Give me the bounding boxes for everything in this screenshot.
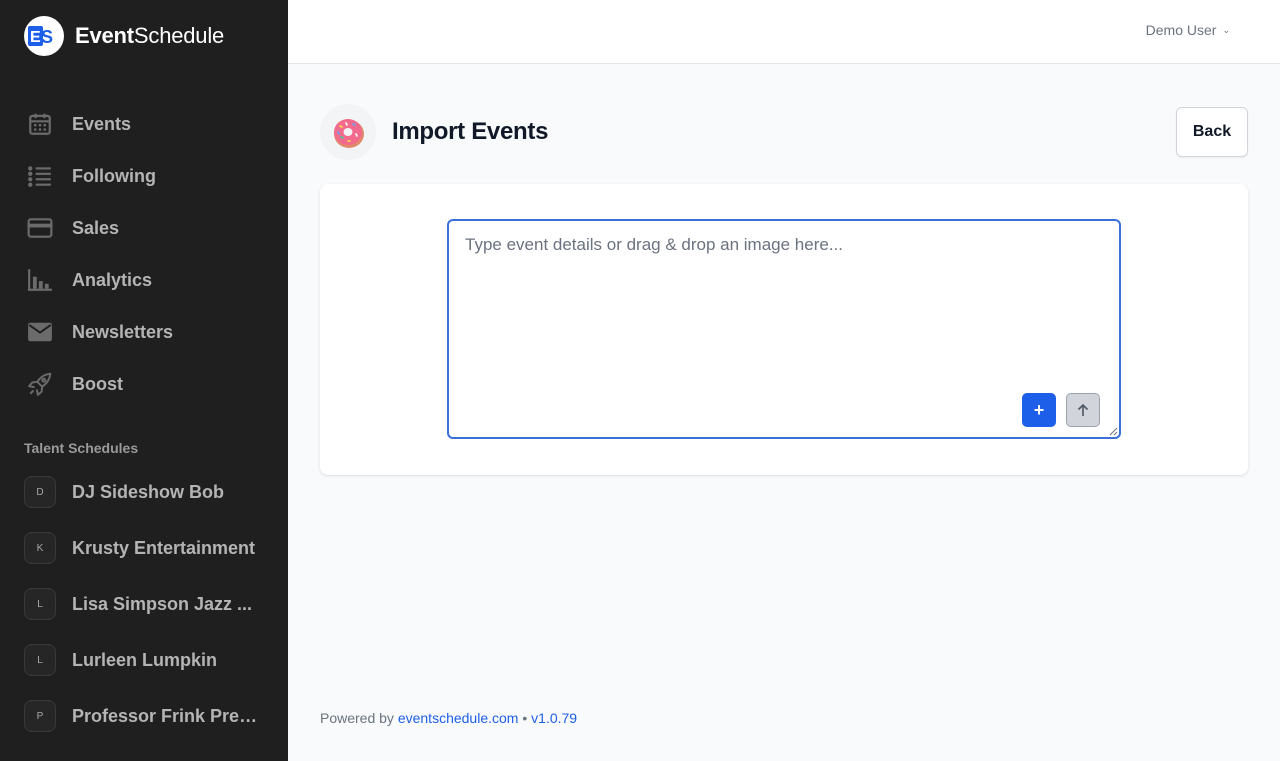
brand-name: EventSchedule [75, 23, 225, 48]
import-card: + [320, 184, 1248, 475]
user-menu[interactable]: Demo User ⌄ [1146, 22, 1230, 38]
svg-text:S: S [41, 27, 53, 47]
add-button[interactable]: + [1022, 393, 1056, 427]
resize-grip-icon[interactable] [1108, 426, 1118, 436]
footer: Powered by eventschedule.com • v1.0.79 [320, 710, 577, 726]
credit-card-icon [26, 214, 54, 242]
sidebar: E S EventSchedule Events Following Sales [0, 0, 288, 761]
mail-icon [26, 318, 54, 346]
nav-item-newsletters[interactable]: Newsletters [0, 306, 288, 358]
list-icon [26, 162, 54, 190]
avatar: D [24, 476, 56, 508]
footer-separator: • [522, 710, 528, 726]
talent-label: Krusty Entertainment [72, 537, 256, 558]
nav-item-label: Events [72, 113, 132, 134]
avatar: P [24, 700, 56, 732]
talent-label: Lisa Simpson Jazz ... [72, 593, 253, 614]
talent-schedules-heading: Talent Schedules [24, 440, 139, 456]
talent-item[interactable]: P Professor Frink Pres... [0, 688, 288, 744]
nav-item-following[interactable]: Following [0, 150, 288, 202]
talent-item[interactable]: K Krusty Entertainment [0, 520, 288, 576]
arrow-up-icon [1077, 403, 1089, 416]
avatar: L [24, 588, 56, 620]
nav-item-label: Sales [72, 217, 120, 238]
talent-item[interactable]: L Lurleen Lumpkin [0, 632, 288, 688]
nav-item-events[interactable]: Events [0, 98, 288, 150]
brand-logo-icon: E S [24, 16, 64, 56]
rocket-icon [26, 370, 54, 398]
talent-label: Professor Frink Pres... [72, 705, 264, 726]
nav-item-label: Following [72, 165, 156, 186]
footer-link[interactable]: eventschedule.com [398, 710, 519, 726]
donut-icon [320, 104, 376, 160]
nav-item-analytics[interactable]: Analytics [0, 254, 288, 306]
talent-list: D DJ Sideshow Bob K Krusty Entertainment… [0, 464, 288, 744]
footer-prefix: Powered by [320, 710, 394, 726]
page-header: Import Events Back [320, 104, 1248, 160]
talent-label: Lurleen Lumpkin [72, 649, 218, 670]
avatar: K [24, 532, 56, 564]
nav-item-label: Newsletters [72, 321, 174, 342]
import-textarea[interactable] [449, 221, 1119, 437]
top-bar: Demo User ⌄ [288, 0, 1280, 64]
nav-item-boost[interactable]: Boost [0, 358, 288, 410]
version-link[interactable]: v1.0.79 [531, 710, 577, 726]
talent-item[interactable]: D DJ Sideshow Bob [0, 464, 288, 520]
back-button[interactable]: Back [1176, 107, 1248, 157]
talent-label: DJ Sideshow Bob [72, 481, 225, 502]
nav-item-sales[interactable]: Sales [0, 202, 288, 254]
main-nav: Events Following Sales Analytics Newslet… [0, 98, 288, 410]
chevron-down-icon: ⌄ [1222, 24, 1230, 35]
calendar-icon [26, 110, 54, 138]
nav-item-label: Analytics [72, 269, 153, 290]
brand[interactable]: E S EventSchedule [24, 16, 224, 56]
import-box: + [447, 219, 1121, 439]
upload-button[interactable] [1066, 393, 1100, 427]
page-title: Import Events [392, 118, 549, 145]
avatar: L [24, 644, 56, 676]
svg-text:E: E [30, 29, 41, 46]
nav-item-label: Boost [72, 373, 123, 394]
bar-chart-icon [26, 266, 54, 294]
user-name: Demo User [1145, 22, 1217, 38]
talent-item[interactable]: L Lisa Simpson Jazz ... [0, 576, 288, 632]
